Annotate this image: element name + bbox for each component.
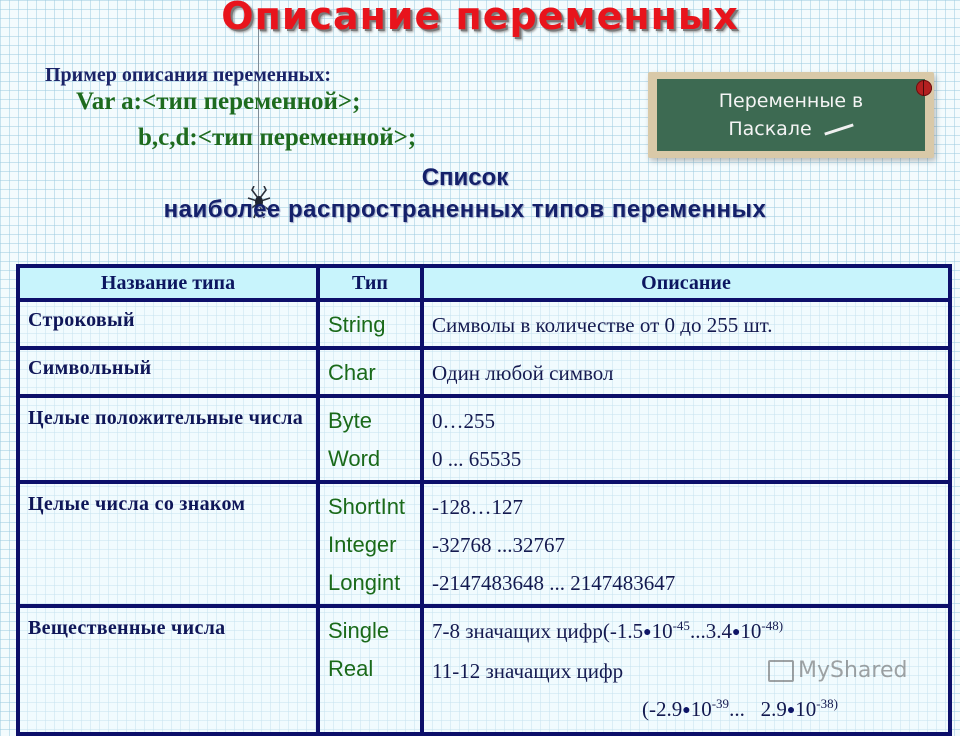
type-code: ShortInt (328, 494, 406, 519)
type-description: Символы в количестве от 0 до 255 шт. (420, 298, 952, 350)
header-type-name: Название типа (16, 264, 320, 302)
type-range-real: (-2.9●10-39... 2.9●10-38) (642, 696, 838, 721)
header-type: Тип (316, 264, 424, 302)
type-range: 0…255 (432, 409, 495, 433)
type-range: -32768 ...32767 (432, 533, 565, 557)
type-code: Integer (328, 532, 397, 557)
type-description: Один любой символ (420, 346, 952, 398)
header-description: Описание (420, 264, 952, 302)
watermark: MyShared (768, 658, 907, 683)
type-name: Символьный (16, 346, 320, 398)
type-code: Single (328, 618, 390, 643)
type-code: Word (328, 446, 381, 471)
type-range-single: 7-8 значащих цифр(-1.5●10-45...3.4●10-48… (432, 618, 784, 643)
board-line-2: Паскале (728, 118, 812, 140)
table-header-row: Название типа Тип Описание (16, 264, 952, 302)
type-code: Real (328, 656, 374, 681)
multiply-dot-icon: ● (682, 703, 691, 718)
list-title: Список (421, 164, 509, 191)
presentation-icon (768, 659, 794, 682)
table-row: Целые числа со знаком ShortInt Integer L… (16, 480, 952, 608)
type-name: Вещественные числа (16, 604, 320, 736)
table-row: Символьный Char Один любой символ (16, 346, 952, 398)
board-line-1: Переменные в (718, 90, 864, 112)
type-code: Byte (328, 408, 373, 433)
type-range: -128…127 (432, 495, 523, 519)
type-code: Longint (328, 570, 401, 595)
type-name: Целые положительные числа (16, 394, 320, 484)
multiply-dot-icon: ● (643, 625, 652, 640)
list-subtitle: наиболее распространенных типов переменн… (163, 196, 767, 223)
multiply-dot-icon: ● (786, 703, 796, 718)
type-name: Целые числа со знаком (16, 480, 320, 608)
code-line-1: Var a:<тип переменной>; (76, 88, 361, 115)
type-code: Char (316, 346, 424, 398)
ladybug-icon (916, 80, 932, 96)
table-row: Целые положительные числа Byte Word 0…25… (16, 394, 952, 484)
type-code: String (316, 298, 424, 350)
code-line-2: b,c,d:<тип переменной>; (138, 124, 417, 151)
type-name: Строковый (16, 298, 320, 350)
chalk-icon (823, 122, 854, 136)
table-row: Строковый String Символы в количестве от… (16, 298, 952, 350)
type-range: -2147483648 ... 2147483647 (432, 571, 676, 595)
example-label: Пример описания переменных: (45, 64, 332, 86)
chalkboard-banner: Переменные в Паскале (648, 72, 934, 158)
type-range: 0 ... 65535 (432, 447, 522, 471)
page-title: Описание переменных (221, 0, 739, 38)
